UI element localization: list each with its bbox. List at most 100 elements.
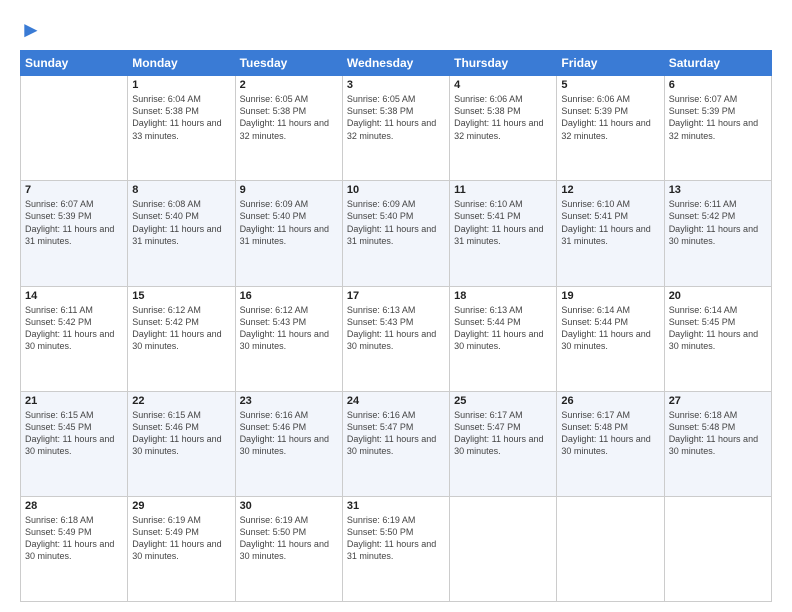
day-number: 2 xyxy=(240,79,338,91)
day-number: 12 xyxy=(561,184,659,196)
col-friday: Friday xyxy=(557,51,664,76)
day-number: 23 xyxy=(240,395,338,407)
calendar-cell: 29 Sunrise: 6:19 AMSunset: 5:49 PMDayligh… xyxy=(128,496,235,601)
cell-sun-info: Sunrise: 6:18 AMSunset: 5:48 PMDaylight:… xyxy=(669,409,767,458)
calendar-cell: 20 Sunrise: 6:14 AMSunset: 5:45 PMDayligh… xyxy=(664,286,771,391)
cell-sun-info: Sunrise: 6:10 AMSunset: 5:41 PMDaylight:… xyxy=(561,198,659,247)
table-row: 14 Sunrise: 6:11 AMSunset: 5:42 PMDayligh… xyxy=(21,286,772,391)
calendar-cell xyxy=(557,496,664,601)
cell-sun-info: Sunrise: 6:19 AMSunset: 5:50 PMDaylight:… xyxy=(347,514,445,563)
header: ► xyxy=(20,18,772,42)
table-row: 7 Sunrise: 6:07 AMSunset: 5:39 PMDaylight… xyxy=(21,181,772,286)
cell-sun-info: Sunrise: 6:04 AMSunset: 5:38 PMDaylight:… xyxy=(132,93,230,142)
page: ► Sunday Monday Tuesday Wednesday Thursd… xyxy=(0,0,792,612)
col-saturday: Saturday xyxy=(664,51,771,76)
day-number: 10 xyxy=(347,184,445,196)
calendar-cell: 16Sunrise: 6:12 AMSunset: 5:43 PMDayligh… xyxy=(235,286,342,391)
day-number: 11 xyxy=(454,184,552,196)
calendar-cell: 19 Sunrise: 6:14 AMSunset: 5:44 PMDayligh… xyxy=(557,286,664,391)
calendar-cell xyxy=(450,496,557,601)
col-tuesday: Tuesday xyxy=(235,51,342,76)
calendar-cell: 10Sunrise: 6:09 AMSunset: 5:40 PMDayligh… xyxy=(342,181,449,286)
calendar-cell: 27 Sunrise: 6:18 AMSunset: 5:48 PMDayligh… xyxy=(664,391,771,496)
day-number: 27 xyxy=(669,395,767,407)
cell-sun-info: Sunrise: 6:11 AMSunset: 5:42 PMDaylight:… xyxy=(25,304,123,353)
calendar-cell: 12 Sunrise: 6:10 AMSunset: 5:41 PMDayligh… xyxy=(557,181,664,286)
calendar-cell: 11Sunrise: 6:10 AMSunset: 5:41 PMDayligh… xyxy=(450,181,557,286)
calendar-cell: 7 Sunrise: 6:07 AMSunset: 5:39 PMDaylight… xyxy=(21,181,128,286)
day-number: 29 xyxy=(132,500,230,512)
day-number: 7 xyxy=(25,184,123,196)
col-sunday: Sunday xyxy=(21,51,128,76)
day-number: 14 xyxy=(25,290,123,302)
cell-sun-info: Sunrise: 6:15 AMSunset: 5:46 PMDaylight:… xyxy=(132,409,230,458)
cell-sun-info: Sunrise: 6:06 AMSunset: 5:39 PMDaylight:… xyxy=(561,93,659,142)
calendar-cell: 2 Sunrise: 6:05 AMSunset: 5:38 PMDaylight… xyxy=(235,76,342,181)
day-number: 25 xyxy=(454,395,552,407)
calendar-cell: 14 Sunrise: 6:11 AMSunset: 5:42 PMDayligh… xyxy=(21,286,128,391)
day-number: 1 xyxy=(132,79,230,91)
cell-sun-info: Sunrise: 6:18 AMSunset: 5:49 PMDaylight:… xyxy=(25,514,123,563)
day-number: 28 xyxy=(25,500,123,512)
day-number: 24 xyxy=(347,395,445,407)
day-number: 3 xyxy=(347,79,445,91)
cell-sun-info: Sunrise: 6:05 AMSunset: 5:38 PMDaylight:… xyxy=(347,93,445,142)
cell-sun-info: Sunrise: 6:13 AMSunset: 5:44 PMDaylight:… xyxy=(454,304,552,353)
cell-sun-info: Sunrise: 6:16 AMSunset: 5:47 PMDaylight:… xyxy=(347,409,445,458)
cell-sun-info: Sunrise: 6:16 AMSunset: 5:46 PMDaylight:… xyxy=(240,409,338,458)
cell-sun-info: Sunrise: 6:14 AMSunset: 5:44 PMDaylight:… xyxy=(561,304,659,353)
day-number: 21 xyxy=(25,395,123,407)
day-number: 5 xyxy=(561,79,659,91)
cell-sun-info: Sunrise: 6:13 AMSunset: 5:43 PMDaylight:… xyxy=(347,304,445,353)
calendar-cell: 28 Sunrise: 6:18 AMSunset: 5:49 PMDayligh… xyxy=(21,496,128,601)
cell-sun-info: Sunrise: 6:14 AMSunset: 5:45 PMDaylight:… xyxy=(669,304,767,353)
cell-sun-info: Sunrise: 6:08 AMSunset: 5:40 PMDaylight:… xyxy=(132,198,230,247)
day-number: 8 xyxy=(132,184,230,196)
col-thursday: Thursday xyxy=(450,51,557,76)
header-row: Sunday Monday Tuesday Wednesday Thursday… xyxy=(21,51,772,76)
col-monday: Monday xyxy=(128,51,235,76)
col-wednesday: Wednesday xyxy=(342,51,449,76)
calendar-cell: 23 Sunrise: 6:16 AMSunset: 5:46 PMDayligh… xyxy=(235,391,342,496)
calendar-cell: 25 Sunrise: 6:17 AMSunset: 5:47 PMDayligh… xyxy=(450,391,557,496)
calendar-cell: 22 Sunrise: 6:15 AMSunset: 5:46 PMDayligh… xyxy=(128,391,235,496)
calendar-cell: 17Sunrise: 6:13 AMSunset: 5:43 PMDayligh… xyxy=(342,286,449,391)
cell-sun-info: Sunrise: 6:19 AMSunset: 5:49 PMDaylight:… xyxy=(132,514,230,563)
calendar-cell: 5 Sunrise: 6:06 AMSunset: 5:39 PMDaylight… xyxy=(557,76,664,181)
cell-sun-info: Sunrise: 6:11 AMSunset: 5:42 PMDaylight:… xyxy=(669,198,767,247)
cell-sun-info: Sunrise: 6:17 AMSunset: 5:47 PMDaylight:… xyxy=(454,409,552,458)
calendar-cell xyxy=(664,496,771,601)
day-number: 19 xyxy=(561,290,659,302)
day-number: 18 xyxy=(454,290,552,302)
logo: ► xyxy=(20,18,42,42)
cell-sun-info: Sunrise: 6:17 AMSunset: 5:48 PMDaylight:… xyxy=(561,409,659,458)
day-number: 26 xyxy=(561,395,659,407)
calendar-cell: 31 Sunrise: 6:19 AMSunset: 5:50 PMDayligh… xyxy=(342,496,449,601)
day-number: 22 xyxy=(132,395,230,407)
cell-sun-info: Sunrise: 6:12 AMSunset: 5:42 PMDaylight:… xyxy=(132,304,230,353)
table-row: 21 Sunrise: 6:15 AMSunset: 5:45 PMDayligh… xyxy=(21,391,772,496)
calendar-cell: 24 Sunrise: 6:16 AMSunset: 5:47 PMDayligh… xyxy=(342,391,449,496)
day-number: 30 xyxy=(240,500,338,512)
calendar-cell: 1 Sunrise: 6:04 AMSunset: 5:38 PMDaylight… xyxy=(128,76,235,181)
logo-bird-icon: ► xyxy=(20,17,42,42)
calendar-cell xyxy=(21,76,128,181)
cell-sun-info: Sunrise: 6:12 AMSunset: 5:43 PMDaylight:… xyxy=(240,304,338,353)
cell-sun-info: Sunrise: 6:05 AMSunset: 5:38 PMDaylight:… xyxy=(240,93,338,142)
cell-sun-info: Sunrise: 6:07 AMSunset: 5:39 PMDaylight:… xyxy=(25,198,123,247)
cell-sun-info: Sunrise: 6:09 AMSunset: 5:40 PMDaylight:… xyxy=(240,198,338,247)
calendar-table: Sunday Monday Tuesday Wednesday Thursday… xyxy=(20,50,772,602)
calendar-cell: 15Sunrise: 6:12 AMSunset: 5:42 PMDayligh… xyxy=(128,286,235,391)
day-number: 20 xyxy=(669,290,767,302)
calendar-cell: 18 Sunrise: 6:13 AMSunset: 5:44 PMDayligh… xyxy=(450,286,557,391)
cell-sun-info: Sunrise: 6:06 AMSunset: 5:38 PMDaylight:… xyxy=(454,93,552,142)
day-number: 6 xyxy=(669,79,767,91)
day-number: 31 xyxy=(347,500,445,512)
table-row: 1 Sunrise: 6:04 AMSunset: 5:38 PMDaylight… xyxy=(21,76,772,181)
calendar-cell: 6 Sunrise: 6:07 AMSunset: 5:39 PMDaylight… xyxy=(664,76,771,181)
calendar-cell: 8 Sunrise: 6:08 AMSunset: 5:40 PMDaylight… xyxy=(128,181,235,286)
calendar-cell: 3 Sunrise: 6:05 AMSunset: 5:38 PMDaylight… xyxy=(342,76,449,181)
cell-sun-info: Sunrise: 6:07 AMSunset: 5:39 PMDaylight:… xyxy=(669,93,767,142)
calendar-cell: 26 Sunrise: 6:17 AMSunset: 5:48 PMDayligh… xyxy=(557,391,664,496)
cell-sun-info: Sunrise: 6:15 AMSunset: 5:45 PMDaylight:… xyxy=(25,409,123,458)
